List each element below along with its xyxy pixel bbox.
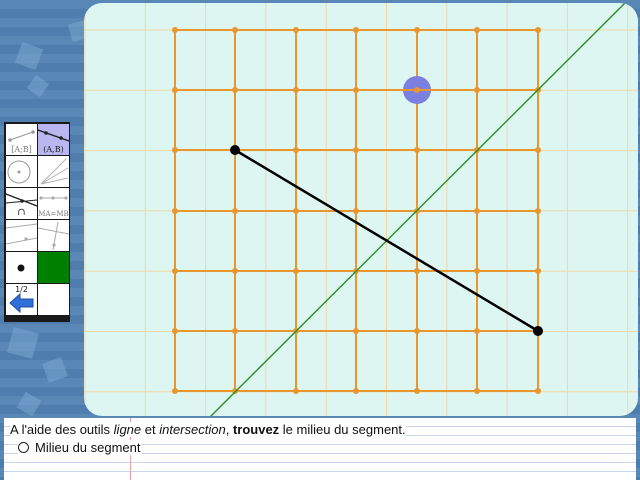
grid-node — [535, 388, 541, 394]
grid-node — [172, 27, 178, 33]
grid-node — [293, 87, 299, 93]
grid-node — [172, 87, 178, 93]
answer-option[interactable]: Milieu du segment — [18, 440, 141, 455]
grid-node — [232, 208, 238, 214]
instruction-bold-trouvez: trouvez — [232, 422, 280, 437]
point-tool[interactable] — [6, 252, 37, 283]
grid-node — [474, 208, 480, 214]
instruction-text: A l'aide des outils ligne et intersectio… — [10, 422, 406, 437]
grid-node — [232, 27, 238, 33]
grid-node — [353, 147, 359, 153]
toolbox-panel: [A;B] (A,B) ∩ MA=MB 1/2 — [4, 122, 70, 322]
instruction-part: et — [141, 422, 160, 437]
grid-node — [535, 208, 541, 214]
grid-node — [414, 268, 420, 274]
grid-node — [414, 388, 420, 394]
segment-tool[interactable]: [A;B] — [6, 124, 37, 155]
line-tool[interactable]: (A,B) — [38, 124, 69, 155]
equal-distance-tool-label: MA=MB — [38, 210, 69, 218]
ray-tool[interactable] — [38, 156, 69, 187]
grid-node — [535, 27, 541, 33]
grid-node — [232, 328, 238, 334]
instruction-italic-intersection: intersection — [159, 422, 226, 437]
instruction-panel: A l'aide des outils ligne et intersectio… — [4, 418, 636, 480]
ray-tool-icon — [40, 158, 69, 185]
empty-tool-slot — [38, 284, 69, 315]
grid-node — [353, 208, 359, 214]
perpendicular-tool[interactable] — [38, 220, 69, 251]
grid-node — [474, 268, 480, 274]
grid-node — [232, 87, 238, 93]
segment-tool-label: [A;B] — [11, 145, 32, 154]
grid-node — [232, 388, 238, 394]
grid-node — [293, 268, 299, 274]
instruction-part: le milieu du segment. — [279, 422, 406, 437]
answer-label: Milieu du segment — [35, 440, 141, 455]
instruction-italic-ligne: ligne — [113, 422, 142, 437]
page-switch-button[interactable]: 1/2 — [6, 284, 37, 315]
perpendicular-tool-icon — [38, 221, 69, 251]
grid-node — [474, 27, 480, 33]
grid-node — [474, 328, 480, 334]
instruction-part: , — [225, 422, 233, 437]
grid-node — [474, 87, 480, 93]
grid-node — [414, 328, 420, 334]
grid-node — [474, 388, 480, 394]
circle-tool[interactable] — [6, 156, 37, 187]
geometry-canvas[interactable] — [84, 3, 638, 416]
grid-node — [353, 27, 359, 33]
grid-node — [414, 27, 420, 33]
equal-distance-tool[interactable]: MA=MB — [38, 188, 69, 219]
grid-node — [535, 268, 541, 274]
parallel-tool-icon — [6, 223, 37, 245]
grid-node — [293, 388, 299, 394]
circle-tool-icon — [7, 160, 31, 184]
grid-node — [172, 208, 178, 214]
grid-node — [293, 208, 299, 214]
grid-node — [172, 388, 178, 394]
grid-node — [353, 388, 359, 394]
grid-node — [172, 328, 178, 334]
back-arrow-icon — [9, 292, 34, 314]
grid-node — [414, 147, 420, 153]
parallel-tool[interactable] — [6, 220, 37, 251]
grid-node — [535, 147, 541, 153]
grid-node — [293, 27, 299, 33]
segment-endpoint-b — [533, 326, 543, 336]
color-tool[interactable] — [38, 252, 69, 283]
instruction-part: A l'aide des outils — [10, 422, 114, 437]
board-drawing[interactable] — [84, 3, 638, 416]
grid-node — [353, 328, 359, 334]
grid-node — [232, 268, 238, 274]
answer-radio-button[interactable] — [18, 442, 29, 453]
grid-node — [172, 147, 178, 153]
point-tool-icon — [17, 264, 25, 272]
grid-node — [353, 87, 359, 93]
segment-endpoint-a — [230, 145, 240, 155]
intersection-tool[interactable]: ∩ — [6, 188, 37, 219]
grid-node — [172, 268, 178, 274]
intersection-tool-label: ∩ — [17, 207, 26, 218]
line-tool-label: (A,B) — [43, 145, 64, 154]
grid-node — [293, 147, 299, 153]
